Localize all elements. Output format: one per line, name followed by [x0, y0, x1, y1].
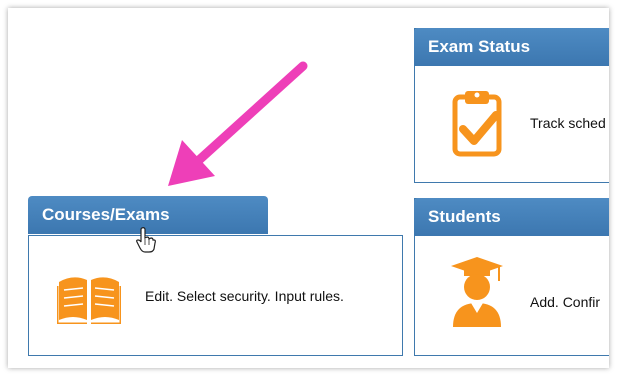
- students-title[interactable]: Students: [414, 198, 609, 236]
- courses-exams-tile[interactable]: Courses/Exams Edit. Select security. Inp…: [28, 196, 403, 356]
- pointer-arrow-annotation: [168, 61, 308, 186]
- open-book-icon: [57, 277, 121, 324]
- screenshot-frame: Exam Status Track sched Courses/Exams Ed…: [8, 8, 609, 368]
- students-description: Add. Confir: [530, 294, 601, 310]
- students-tile[interactable]: Students Add. Confir: [414, 198, 609, 356]
- hand-cursor-icon: [136, 227, 156, 253]
- graduate-icon: [451, 257, 503, 327]
- clipboard-check-icon: [452, 91, 502, 157]
- courses-exams-description: Edit. Select security. Input rules.: [145, 288, 344, 304]
- exam-status-title[interactable]: Exam Status: [414, 28, 609, 66]
- exam-status-tile[interactable]: Exam Status Track sched: [414, 28, 609, 183]
- exam-status-description: Track sched: [530, 115, 606, 131]
